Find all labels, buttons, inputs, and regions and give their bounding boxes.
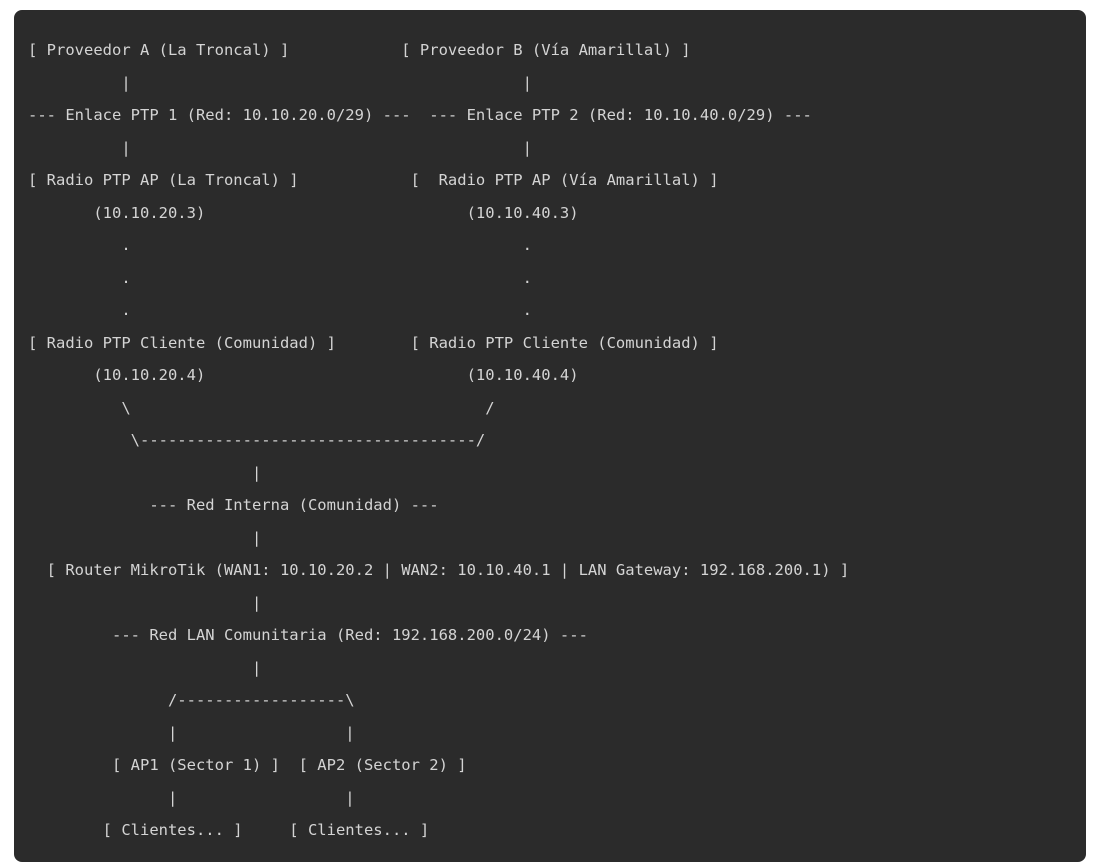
diagram-line-diagonals: \ / [28,398,495,417]
diagram-line-red-lan: --- Red LAN Comunitaria (Red: 192.168.20… [28,626,588,644]
diagram-line-radio-ap: [ Radio PTP AP (La Troncal) ] [ Radio PT… [28,171,719,189]
diagram-line-radio-ap-ips: (10.10.20.3) (10.10.40.3) [28,203,579,222]
diagram-line-radio-cliente-ips: (10.10.20.4) (10.10.40.4) [28,366,579,384]
diagram-line-connector: | [28,593,262,612]
diagram-line-enlaces-ptp: --- Enlace PTP 1 (Red: 10.10.20.0/29) --… [28,106,812,124]
diagram-line-access-points: [ AP1 (Sector 1) ] [ AP2 (Sector 2) ] [28,756,467,774]
diagram-line-proveedores: [ Proveedor A (La Troncal) ] [ Proveedor… [28,41,691,59]
network-diagram-text: [ Proveedor A (La Troncal) ] [ Proveedor… [14,10,1086,847]
diagram-line-connector: | [28,658,262,677]
diagram-line-connector: | | [28,788,355,807]
diagram-line-connector: | [28,528,262,547]
diagram-line-dots: . . [28,268,532,287]
diagram-line-connector: | | [28,138,532,157]
diagram-line-merge: \------------------------------------/ [28,431,486,449]
diagram-line-connector: | | [28,723,355,742]
diagram-line-dots: . . [28,236,532,254]
code-block-panel: [ Proveedor A (La Troncal) ] [ Proveedor… [14,10,1086,862]
diagram-line-split: /------------------\ [28,691,355,709]
diagram-line-router: [ Router MikroTik (WAN1: 10.10.20.2 | WA… [28,561,850,579]
diagram-line-connector: | | [28,73,532,92]
diagram-line-radio-cliente: [ Radio PTP Cliente (Comunidad) ] [ Radi… [28,333,719,352]
diagram-line-red-interna: --- Red Interna (Comunidad) --- [28,496,439,514]
diagram-line-clientes: [ Clientes... ] [ Clientes... ] [28,821,430,839]
diagram-line-dots: . . [28,301,532,319]
diagram-line-connector: | [28,463,262,482]
